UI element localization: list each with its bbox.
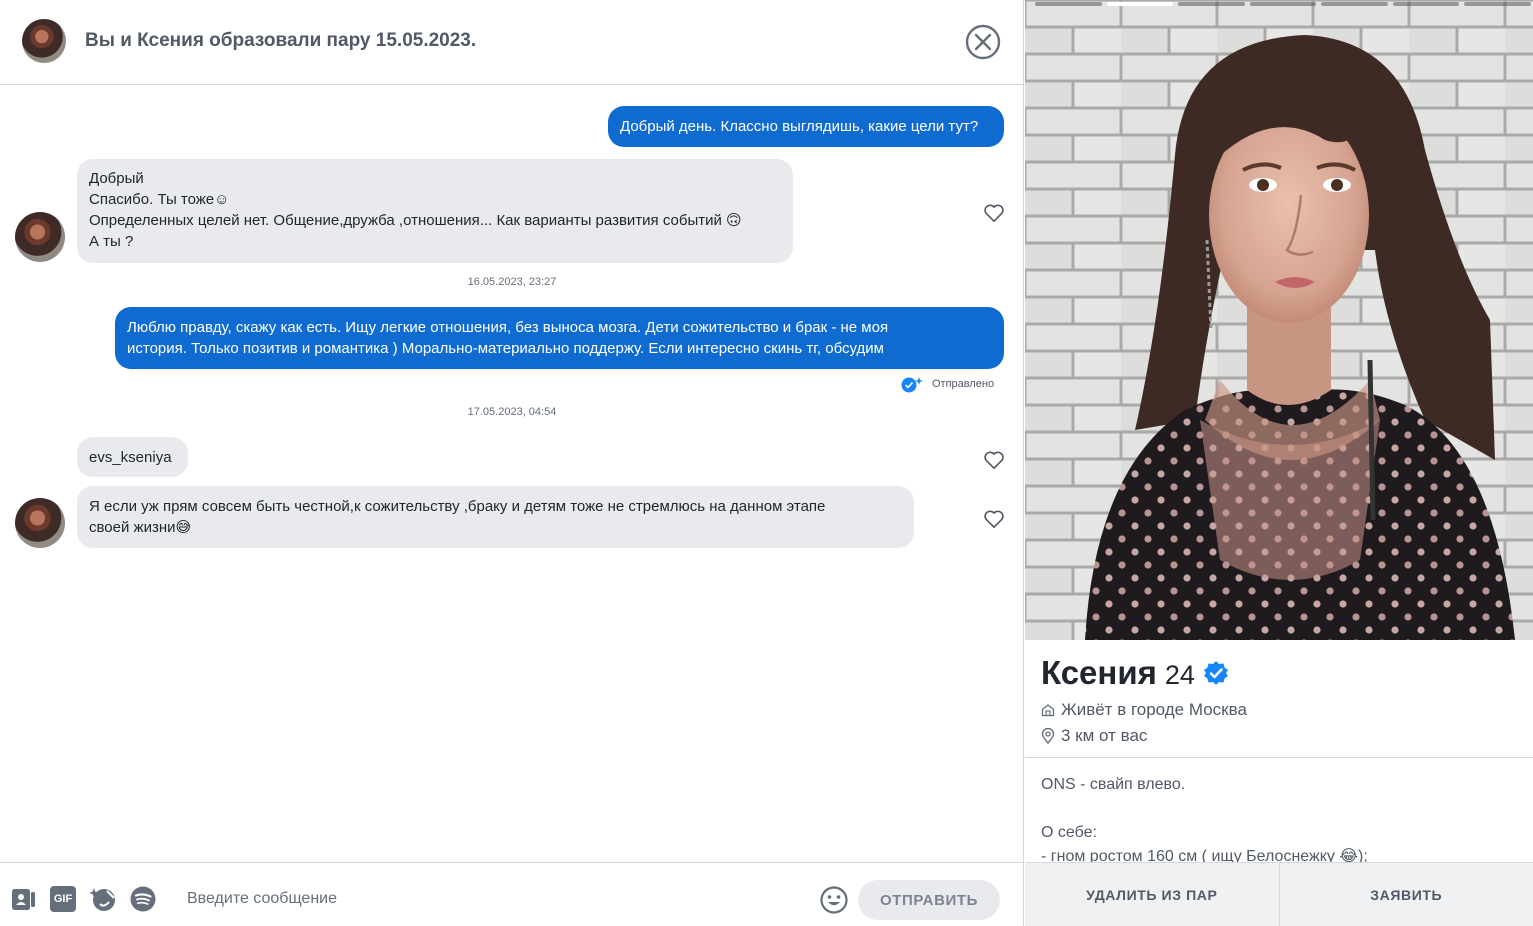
profile-panel: Ксения 24 Живёт в городе Москва 3 км от …	[1025, 0, 1533, 926]
read-check-icon	[901, 377, 923, 393]
message-text: Я если уж прям совсем быть честной,к сож…	[89, 498, 826, 515]
photo-indicator[interactable]	[1321, 2, 1388, 6]
timestamp: 16.05.2023, 23:27	[467, 276, 557, 288]
photo-indicator[interactable]	[1464, 2, 1532, 6]
profile-photo-image	[1025, 0, 1533, 640]
bio-line: - гном ростом 160 см ( ищу Белоснежку 😂)…	[1041, 848, 1368, 862]
chat-panel: Вы и Ксения образовали пару 15.05.2023. …	[0, 0, 1024, 926]
gif-label: GIF	[53, 893, 73, 905]
contact-card-icon[interactable]	[10, 885, 38, 913]
profile-bio[interactable]: ONS - свайп влево. О себе: - гном ростом…	[1025, 759, 1533, 862]
outgoing-message[interactable]: Люблю правду, скажу как есть. Ищу легкие…	[115, 307, 1004, 369]
emoji-icon[interactable]	[819, 885, 849, 915]
photo-indicator[interactable]	[1392, 2, 1460, 6]
profile-info: Ксения 24 Живёт в городе Москва 3 км от …	[1025, 640, 1533, 758]
distance-row: 3 км от вас	[1041, 726, 1147, 746]
photo-indicator[interactable]	[1178, 2, 1245, 6]
location-pin-icon	[1041, 728, 1055, 744]
bio-line	[1041, 797, 1517, 821]
profile-age: 24	[1164, 660, 1195, 690]
bio-line: О себе:	[1041, 824, 1097, 841]
message-text: Добрый	[89, 170, 144, 187]
sender-avatar[interactable]	[15, 212, 65, 262]
photo-indicator-active[interactable]	[1106, 2, 1174, 6]
incoming-message[interactable]: evs_kseniya	[77, 437, 188, 477]
gif-icon[interactable]: GIF	[50, 886, 76, 912]
sender-avatar[interactable]	[15, 498, 65, 548]
profile-actions: УДАЛИТЬ ИЗ ПАР ЗАЯВИТЬ	[1025, 862, 1533, 926]
message-text: evs_kseniya	[89, 449, 172, 466]
house-icon	[1041, 704, 1055, 717]
message-list[interactable]: Добрый день. Классно выглядишь, какие це…	[0, 86, 1024, 862]
like-heart-icon[interactable]	[983, 203, 1005, 223]
photo-progress-bars	[1035, 2, 1532, 6]
message-text: Определенных целей нет. Общение,дружба ,…	[89, 212, 742, 229]
bio-line: ONS - свайп влево.	[1041, 776, 1186, 793]
distance-text: 3 км от вас	[1061, 726, 1148, 745]
message-composer: GIF ОТПРАВИТЬ	[0, 862, 1024, 926]
delivery-label: Отправлено	[932, 378, 995, 390]
spotify-icon[interactable]	[129, 885, 157, 913]
message-text: своей жизни😅	[89, 519, 192, 536]
name-row: Ксения 24	[1041, 654, 1229, 692]
delivery-status: Отправлено	[900, 375, 994, 393]
message-input[interactable]	[175, 882, 795, 916]
city-text: Живёт в городе Москва	[1061, 700, 1247, 719]
match-avatar[interactable]	[22, 19, 66, 63]
send-button[interactable]: ОТПРАВИТЬ	[858, 880, 1000, 920]
photo-indicator[interactable]	[1035, 2, 1102, 6]
profile-name: Ксения	[1041, 654, 1157, 691]
like-heart-icon[interactable]	[983, 450, 1005, 470]
chat-header: Вы и Ксения образовали пару 15.05.2023.	[0, 0, 1024, 85]
like-heart-icon[interactable]	[983, 509, 1005, 529]
close-icon[interactable]	[965, 24, 1001, 60]
city-row: Живёт в городе Москва	[1041, 700, 1247, 720]
message-text: история. Только позитив и романтика ) Мо…	[127, 340, 884, 357]
incoming-message[interactable]: Я если уж прям совсем быть честной,к сож…	[77, 486, 914, 548]
message-text: Добрый день. Классно выглядишь, какие це…	[620, 118, 979, 135]
report-button[interactable]: ЗАЯВИТЬ	[1278, 863, 1533, 926]
message-text: Спасибо. Ты тоже☺	[89, 191, 230, 208]
timestamp: 17.05.2023, 04:54	[467, 406, 557, 418]
outgoing-message[interactable]: Добрый день. Классно выглядишь, какие це…	[608, 106, 1004, 147]
match-title: Вы и Ксения образовали пару 15.05.2023.	[85, 30, 477, 51]
unmatch-button[interactable]: УДАЛИТЬ ИЗ ПАР	[1025, 863, 1279, 926]
verified-badge-icon	[1203, 661, 1228, 685]
profile-photo[interactable]	[1025, 0, 1533, 640]
message-text: А ты ?	[89, 233, 134, 250]
sticker-icon[interactable]	[89, 885, 117, 913]
photo-indicator[interactable]	[1249, 2, 1317, 6]
message-text: Люблю правду, скажу как есть. Ищу легкие…	[127, 319, 889, 336]
incoming-message[interactable]: Добрый Спасибо. Ты тоже☺ Определенных це…	[77, 159, 793, 263]
